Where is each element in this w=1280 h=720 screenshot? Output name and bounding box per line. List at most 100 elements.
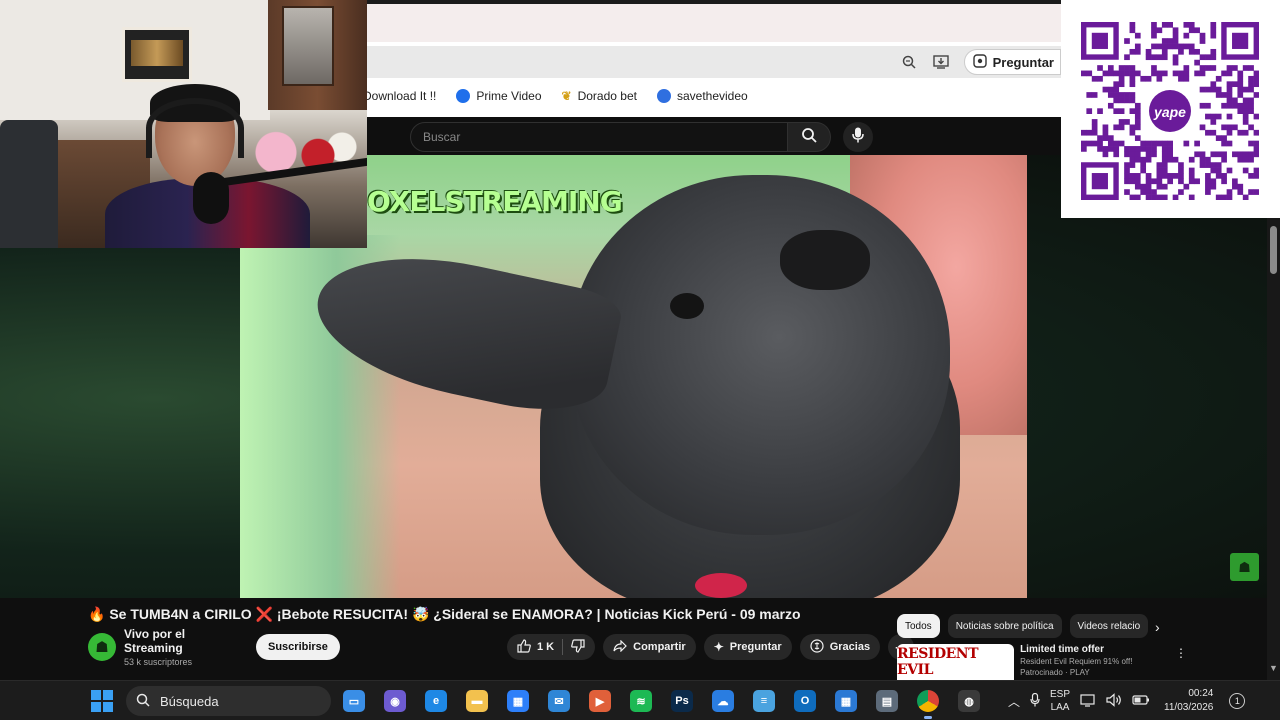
- bookmark-prime-video[interactable]: Prime Video: [456, 89, 542, 103]
- spotify-icon[interactable]: ≋: [627, 687, 655, 715]
- related-filter-chips: Todos Noticias sobre política Videos rel…: [897, 614, 1172, 638]
- search-placeholder: Buscar: [423, 130, 461, 144]
- savethevideo-icon: [656, 89, 671, 103]
- clock[interactable]: 00:24 11/03/2026: [1164, 687, 1213, 715]
- video-title: 🔥 Se TUMB4N a CIRILO ❌ ¡Bebote RESUCITA!…: [88, 606, 801, 622]
- clock-time: 00:24: [1188, 688, 1214, 699]
- bookmark-dorado-bet[interactable]: ❦ Dorado bet: [562, 89, 637, 103]
- chip-all[interactable]: Todos: [897, 614, 940, 638]
- language-code: ESP: [1050, 689, 1071, 700]
- microphone-icon: [852, 127, 864, 148]
- prime-video-icon: [456, 89, 471, 103]
- bookmark-label: savethevideo: [676, 89, 748, 103]
- microphone-icon[interactable]: [1030, 692, 1040, 710]
- gemini-icon: [972, 53, 987, 71]
- page-scrollbar[interactable]: [1267, 218, 1280, 680]
- ask-gemini-button[interactable]: Preguntar: [963, 49, 1061, 75]
- battery-icon[interactable]: [1132, 694, 1150, 709]
- thanks-label: Gracias: [829, 641, 871, 653]
- voice-search-button[interactable]: [843, 122, 873, 152]
- sponsored-recommendation[interactable]: RESIDENT EVIL Limited time offer Residen…: [897, 644, 1187, 680]
- painting-scene: [131, 40, 183, 66]
- scrollbar-thumb[interactable]: [1270, 226, 1277, 274]
- bookmark-label: Download It !!: [363, 89, 437, 103]
- obs-icon[interactable]: ◍: [955, 687, 983, 715]
- webcam-painting: [122, 27, 192, 82]
- install-app-icon[interactable]: [932, 53, 950, 71]
- recommendation-thumbnail[interactable]: RESIDENT EVIL: [897, 644, 1015, 680]
- taskbar-search-label: Búsqueda: [160, 693, 219, 709]
- chip-related[interactable]: Videos relacio: [1069, 614, 1149, 638]
- edge-icon[interactable]: e: [422, 687, 450, 715]
- recommendation-title[interactable]: Limited time offer: [1020, 644, 1159, 655]
- network-icon[interactable]: [1080, 693, 1096, 710]
- like-count[interactable]: 1 K: [537, 641, 554, 653]
- yape-qr-overlay: yape: [1061, 0, 1280, 218]
- thanks-button[interactable]: Gracias: [799, 634, 881, 660]
- chevron-right-icon[interactable]: ›: [1155, 619, 1160, 635]
- windows-start-icon[interactable]: [91, 690, 113, 712]
- dog-collar: [695, 573, 747, 598]
- ask-button[interactable]: ✦ Preguntar: [703, 634, 792, 660]
- dislike-icon[interactable]: [571, 638, 585, 656]
- chip-politics[interactable]: Noticias sobre política: [947, 614, 1062, 638]
- photoshop-icon[interactable]: Ps: [668, 687, 696, 715]
- file-manager-icon[interactable]: ▭: [340, 687, 368, 715]
- share-label: Compartir: [633, 641, 686, 653]
- chrome-icon[interactable]: [914, 687, 942, 719]
- bookmark-label: Prime Video: [476, 89, 542, 103]
- calculator-glyph: ▤: [876, 690, 898, 712]
- ask-label: Preguntar: [992, 54, 1054, 70]
- channel-logo-icon: ☗: [1238, 558, 1251, 575]
- share-button[interactable]: Compartir: [603, 634, 696, 660]
- store-icon[interactable]: ▦: [504, 687, 532, 715]
- notepad-icon[interactable]: ≡: [750, 687, 778, 715]
- sparkle-icon: ✦: [713, 640, 724, 654]
- webcam-overlay: [0, 0, 367, 248]
- channel-corner-logo: ☗: [1230, 553, 1259, 581]
- notification-badge[interactable]: 1: [1229, 693, 1246, 709]
- bookmark-download-it[interactable]: Download It !!: [363, 89, 436, 103]
- webcam-cabinet-glass: [282, 6, 334, 86]
- mail-icon[interactable]: ✉: [545, 687, 573, 715]
- outlook-icon[interactable]: O: [791, 687, 819, 715]
- copilot-icon[interactable]: ◉: [381, 687, 409, 715]
- taskbar-apps: ▭ ◉ e ▬ ▦ ✉ ▶ ≋ Ps ☁ ≡ O ▦ ▤ ◍: [340, 687, 983, 719]
- store-glyph: ▦: [507, 690, 529, 712]
- more-vertical-icon[interactable]: ⋮: [1175, 646, 1187, 680]
- recommendation-info: Limited time offer Resident Evil Requiem…: [1020, 644, 1159, 680]
- subscribe-button[interactable]: Suscribirse: [256, 634, 340, 660]
- zoom-icon[interactable]: [900, 53, 918, 71]
- ask-label: Preguntar: [729, 641, 782, 653]
- spotify-glyph: ≋: [630, 690, 652, 712]
- search-icon: [801, 127, 817, 148]
- share-icon: [613, 639, 627, 655]
- youtube-header: Buscar: [367, 117, 1061, 155]
- like-icon[interactable]: [517, 638, 531, 656]
- folder-glyph: ▬: [466, 690, 488, 712]
- channel-name[interactable]: Vivo por el Streaming: [124, 627, 242, 655]
- search-button[interactable]: [787, 122, 831, 152]
- taskbar-search[interactable]: Búsqueda: [126, 686, 331, 716]
- onedrive-glyph: ☁: [712, 690, 734, 712]
- recommendation-sponsored: Patrocinado · PLAY: [1020, 668, 1090, 677]
- headset-icon: [146, 98, 244, 158]
- browser-chrome: Preguntar Download It !! Prime Video ❦ D…: [363, 0, 1061, 117]
- media-icon[interactable]: ▶: [586, 687, 614, 715]
- notepad-glyph: ≡: [753, 690, 775, 712]
- search-input[interactable]: Buscar: [410, 122, 788, 152]
- channel-avatar[interactable]: ☗: [88, 633, 116, 661]
- volume-icon[interactable]: [1106, 692, 1122, 710]
- scroll-down-icon[interactable]: ▼: [1268, 663, 1279, 674]
- address-bar[interactable]: Preguntar: [367, 46, 1061, 78]
- calculator-icon[interactable]: ▤: [873, 687, 901, 715]
- chevron-up-icon[interactable]: ︿: [1008, 693, 1020, 710]
- bookmark-savethevideo[interactable]: savethevideo: [656, 89, 748, 103]
- folder-icon[interactable]: ▬: [463, 687, 491, 715]
- calendar-icon[interactable]: ▦: [832, 687, 860, 715]
- onedrive-icon[interactable]: ☁: [709, 687, 737, 715]
- language-indicator[interactable]: ESP LAA: [1050, 688, 1070, 714]
- video-watermark: OXELSTREAMING: [367, 185, 623, 218]
- obs-glyph: ◍: [958, 690, 980, 712]
- divider: [562, 639, 564, 655]
